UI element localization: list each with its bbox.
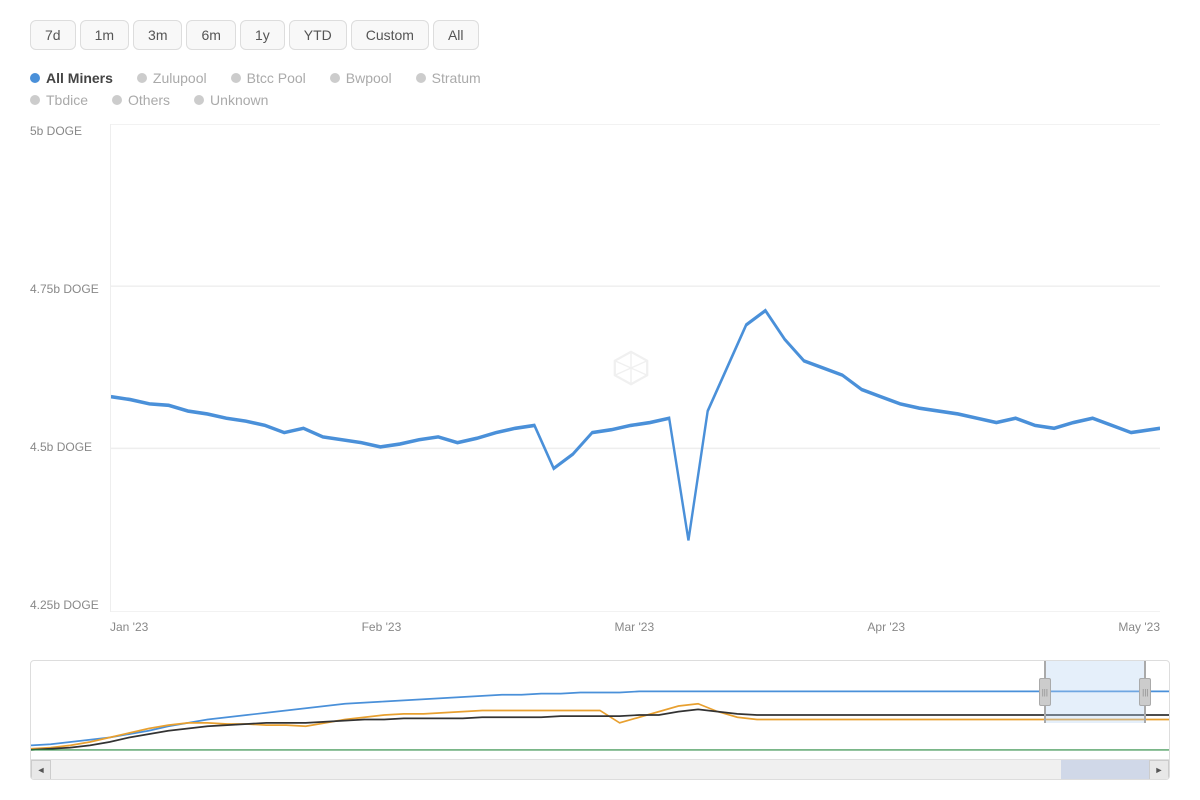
legend-item-zulupool[interactable]: Zulupool — [137, 70, 207, 86]
legend-dot-all-miners — [30, 73, 40, 83]
scroll-left-btn[interactable]: ◄ — [31, 760, 51, 780]
y-axis-label: 4.75b DOGE — [30, 282, 110, 296]
legend-item-tbdice[interactable]: Tbdice — [30, 92, 88, 108]
navigator-inner: ||| ||| — [31, 661, 1169, 751]
time-btn-all[interactable]: All — [433, 20, 479, 50]
legend-item-others[interactable]: Others — [112, 92, 170, 108]
x-axis-label: Mar '23 — [615, 620, 655, 634]
x-axis: Jan '23 Feb '23 Mar '23 Apr '23 May '23 — [110, 612, 1160, 652]
x-axis-label: May '23 — [1118, 620, 1160, 634]
legend-dot-stratum — [416, 73, 426, 83]
legend-item-unknown[interactable]: Unknown — [194, 92, 268, 108]
chart-legend: All Miners Zulupool Btcc Pool Bwpool Stratum… — [30, 70, 1170, 108]
y-axis-label: 5b DOGE — [30, 124, 110, 138]
main-chart: 5b DOGE 4.75b DOGE 4.5b DOGE 4.25b DOGE — [30, 124, 1170, 652]
time-btn-ytd[interactable]: YTD — [289, 20, 347, 50]
legend-item-all-miners[interactable]: All Miners — [30, 70, 113, 86]
time-btn-3m[interactable]: 3m — [133, 20, 182, 50]
time-btn-1y[interactable]: 1y — [240, 20, 285, 50]
legend-label: Zulupool — [153, 70, 207, 86]
legend-dot-others — [112, 95, 122, 105]
scroll-right-btn[interactable]: ► — [1149, 760, 1169, 780]
x-axis-label: Jan '23 — [110, 620, 148, 634]
time-btn-6m[interactable]: 6m — [186, 20, 235, 50]
legend-label: Bwpool — [346, 70, 392, 86]
legend-dot-bwpool — [330, 73, 340, 83]
scroll-track — [51, 760, 1149, 779]
legend-item-stratum[interactable]: Stratum — [416, 70, 481, 86]
nav-handle-right[interactable]: ||| — [1139, 678, 1151, 706]
nav-selection: ||| ||| — [1044, 661, 1146, 723]
legend-label: Btcc Pool — [247, 70, 306, 86]
main-container: 7d1m3m6m1yYTDCustomAll All Miners Zulupoo… — [0, 0, 1200, 800]
time-btn-1m[interactable]: 1m — [80, 20, 129, 50]
legend-label: Tbdice — [46, 92, 88, 108]
legend-item-bwpool[interactable]: Bwpool — [330, 70, 392, 86]
time-range-selector: 7d1m3m6m1yYTDCustomAll — [30, 20, 1170, 50]
scroll-thumb — [1061, 760, 1149, 779]
x-axis-label: Feb '23 — [362, 620, 402, 634]
legend-label: Unknown — [210, 92, 268, 108]
legend-dot-btcc-pool — [231, 73, 241, 83]
navigator-scrollbar: ◄ ► — [31, 759, 1169, 779]
y-axis-label: 4.25b DOGE — [30, 598, 110, 612]
legend-label: All Miners — [46, 70, 113, 86]
navigator: ||| ||| 20152020 ◄ ► — [30, 660, 1170, 780]
legend-label: Others — [128, 92, 170, 108]
x-axis-label: Apr '23 — [867, 620, 905, 634]
y-axis-label: 4.5b DOGE — [30, 440, 110, 454]
chart-wrapper: 5b DOGE 4.75b DOGE 4.5b DOGE 4.25b DOGE — [30, 124, 1170, 780]
chart-plot-area — [110, 124, 1160, 612]
legend-dot-zulupool — [137, 73, 147, 83]
legend-dot-unknown — [194, 95, 204, 105]
y-axis: 5b DOGE 4.75b DOGE 4.5b DOGE 4.25b DOGE — [30, 124, 110, 612]
legend-item-btcc-pool[interactable]: Btcc Pool — [231, 70, 306, 86]
time-btn-7d[interactable]: 7d — [30, 20, 76, 50]
legend-dot-tbdice — [30, 95, 40, 105]
nav-handle-left[interactable]: ||| — [1039, 678, 1051, 706]
time-btn-custom[interactable]: Custom — [351, 20, 429, 50]
legend-label: Stratum — [432, 70, 481, 86]
